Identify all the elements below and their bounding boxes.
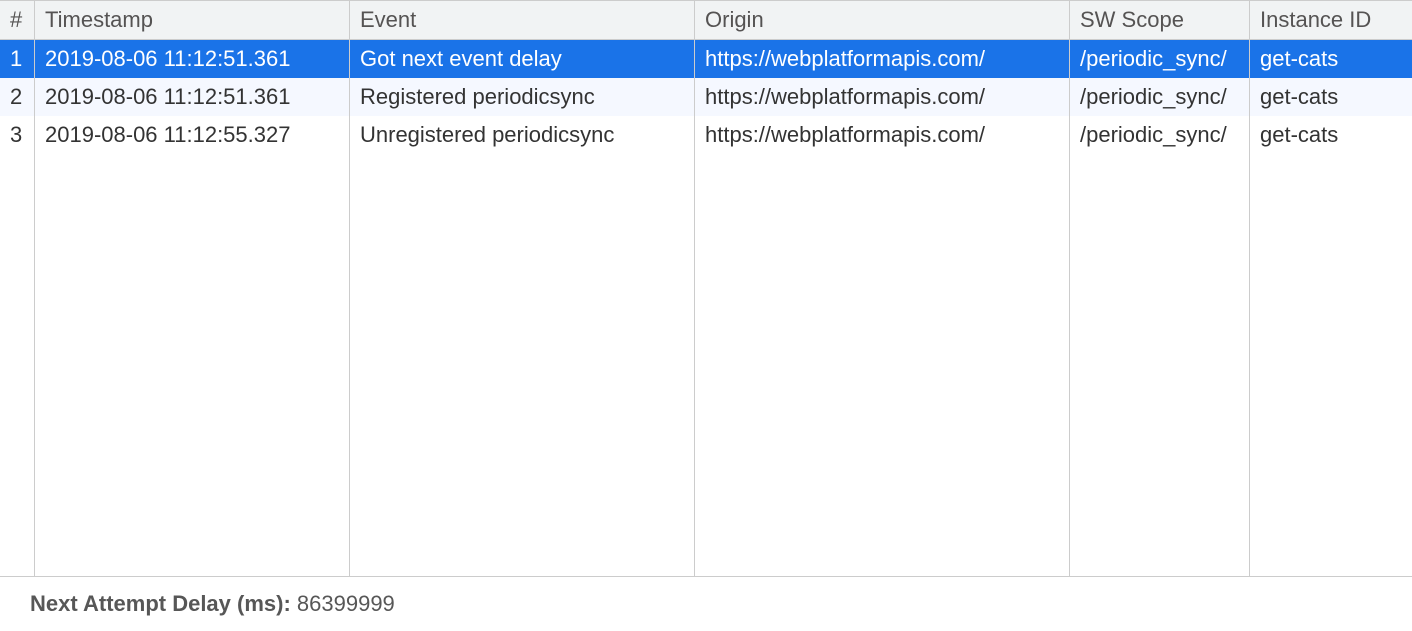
cell-instance-id: get-cats bbox=[1250, 40, 1412, 78]
table-row[interactable]: 32019-08-06 11:12:55.327Unregistered per… bbox=[0, 116, 1412, 154]
column-header-number[interactable]: # bbox=[0, 1, 35, 39]
column-header-event[interactable]: Event bbox=[350, 1, 695, 39]
cell-number: 2 bbox=[0, 78, 35, 116]
cell-origin: https://webplatformapis.com/ bbox=[695, 116, 1070, 154]
cell-event: Unregistered periodicsync bbox=[350, 116, 695, 154]
next-attempt-delay-value: 86399999 bbox=[297, 591, 395, 616]
cell-instance-id: get-cats bbox=[1250, 78, 1412, 116]
cell-instance-id: get-cats bbox=[1250, 116, 1412, 154]
table-header-row: # Timestamp Event Origin SW Scope Instan… bbox=[0, 1, 1412, 40]
column-header-origin[interactable]: Origin bbox=[695, 1, 1070, 39]
table-row[interactable]: 12019-08-06 11:12:51.361Got next event d… bbox=[0, 40, 1412, 78]
column-header-sw-scope[interactable]: SW Scope bbox=[1070, 1, 1250, 39]
cell-origin: https://webplatformapis.com/ bbox=[695, 78, 1070, 116]
cell-number: 3 bbox=[0, 116, 35, 154]
cell-number: 1 bbox=[0, 40, 35, 78]
cell-timestamp: 2019-08-06 11:12:51.361 bbox=[35, 40, 350, 78]
cell-event: Registered periodicsync bbox=[350, 78, 695, 116]
cell-origin: https://webplatformapis.com/ bbox=[695, 40, 1070, 78]
cell-sw-scope: /periodic_sync/ bbox=[1070, 40, 1250, 78]
event-log-table: # Timestamp Event Origin SW Scope Instan… bbox=[0, 0, 1412, 577]
cell-timestamp: 2019-08-06 11:12:55.327 bbox=[35, 116, 350, 154]
cell-sw-scope: /periodic_sync/ bbox=[1070, 78, 1250, 116]
column-header-instance-id[interactable]: Instance ID bbox=[1250, 1, 1412, 39]
column-header-timestamp[interactable]: Timestamp bbox=[35, 1, 350, 39]
table-row[interactable]: 22019-08-06 11:12:51.361Registered perio… bbox=[0, 78, 1412, 116]
next-attempt-delay-label: Next Attempt Delay (ms): bbox=[30, 591, 297, 616]
cell-sw-scope: /periodic_sync/ bbox=[1070, 116, 1250, 154]
cell-event: Got next event delay bbox=[350, 40, 695, 78]
next-attempt-delay-footer: Next Attempt Delay (ms): 86399999 bbox=[0, 577, 1412, 631]
table-empty-area bbox=[0, 154, 1412, 576]
cell-timestamp: 2019-08-06 11:12:51.361 bbox=[35, 78, 350, 116]
